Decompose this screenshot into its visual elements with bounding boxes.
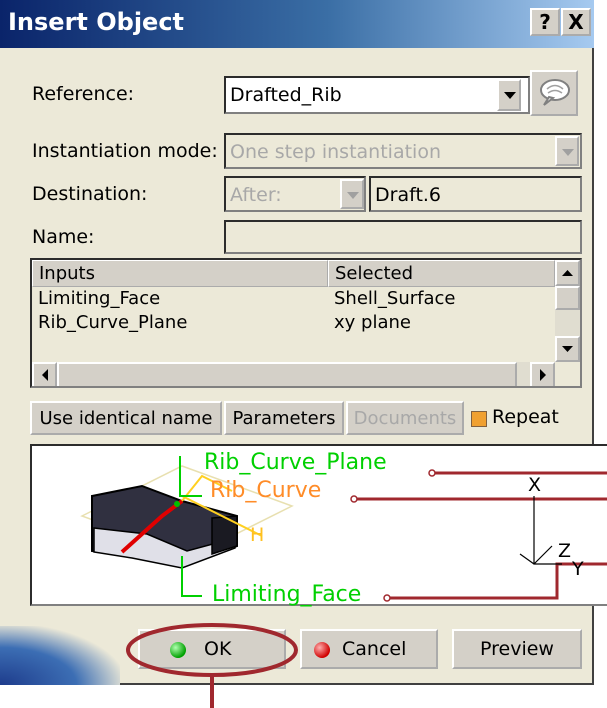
preview-label-rib-curve: Rib_Curve xyxy=(210,478,322,503)
scroll-thumb[interactable] xyxy=(555,286,580,310)
inputs-table: Inputs Selected Limiting_Face Shell_Surf… xyxy=(30,258,582,388)
ok-button[interactable]: OK xyxy=(138,629,286,669)
reference-dropdown[interactable]: Drafted_Rib xyxy=(224,76,530,114)
destination-position-value: After: xyxy=(230,184,282,206)
preview-axis-y: Y xyxy=(572,558,584,580)
table-vertical-scrollbar[interactable] xyxy=(555,260,580,362)
speech-bubble-icon xyxy=(540,79,570,106)
name-field[interactable] xyxy=(224,220,582,254)
insert-object-dialog: Insert Object ? X Reference: Drafted_Rib… xyxy=(0,0,607,685)
cancel-button[interactable]: Cancel xyxy=(300,629,438,669)
table-row-inputs[interactable]: Rib_Curve_Plane xyxy=(32,310,328,336)
table-header-selected[interactable]: Selected xyxy=(328,260,555,287)
table-horizontal-scrollbar[interactable] xyxy=(32,362,555,386)
cancel-label: Cancel xyxy=(342,638,407,660)
preview-label-limiting-face: Limiting_Face xyxy=(212,582,362,607)
instantiation-mode-label: Instantiation mode: xyxy=(32,140,218,162)
ok-ball-icon xyxy=(170,641,186,658)
preview-label-rib-curve-plane: Rib_Curve_Plane xyxy=(204,450,387,475)
table-header-inputs[interactable]: Inputs xyxy=(32,260,328,287)
title-bar: Insert Object ? X xyxy=(0,0,594,48)
preview-panel: Rib_Curve_Plane Rib_Curve Limiting_Face … xyxy=(30,444,607,607)
cancel-ball-icon xyxy=(314,641,330,658)
arrow-down-icon xyxy=(562,346,573,352)
arrow-left-icon xyxy=(42,369,48,381)
decorative-earth-corner xyxy=(0,626,120,685)
ok-label: OK xyxy=(204,638,232,660)
reference-label: Reference: xyxy=(32,83,135,105)
instantiation-mode-value: One step instantiation xyxy=(230,141,441,163)
reference-value: Drafted_Rib xyxy=(230,84,342,106)
destination-position-arrow[interactable] xyxy=(340,179,364,209)
name-label: Name: xyxy=(32,226,95,248)
repeat-label: Repeat xyxy=(492,406,559,428)
scroll-h-thumb[interactable] xyxy=(57,362,517,386)
scroll-left-button[interactable] xyxy=(32,362,57,386)
reference-dropdown-arrow[interactable] xyxy=(497,79,521,111)
instantiation-dropdown-arrow[interactable] xyxy=(555,136,579,166)
close-button[interactable]: X xyxy=(561,8,591,36)
scroll-up-button[interactable] xyxy=(555,260,580,286)
scroll-down-button[interactable] xyxy=(555,336,580,362)
parameters-button[interactable]: Parameters xyxy=(224,401,344,435)
dialog-title: Insert Object xyxy=(8,8,185,36)
scroll-right-button[interactable] xyxy=(530,362,555,386)
instantiation-mode-dropdown[interactable]: One step instantiation xyxy=(224,133,582,169)
documents-button[interactable]: Documents xyxy=(346,401,464,435)
catalog-browser-button[interactable] xyxy=(530,70,578,116)
preview-button[interactable]: Preview xyxy=(452,629,582,669)
arrow-right-icon xyxy=(540,369,546,381)
repeat-checkbox[interactable] xyxy=(471,411,487,427)
destination-field[interactable]: Draft.6 xyxy=(369,176,582,212)
table-row-selected[interactable]: xy plane xyxy=(328,310,555,336)
table-row-inputs[interactable]: Limiting_Face xyxy=(32,286,328,312)
destination-value: Draft.6 xyxy=(375,184,442,206)
help-button[interactable]: ? xyxy=(530,8,560,36)
preview-axis-z: Z xyxy=(558,540,572,562)
arrow-up-icon xyxy=(562,270,573,276)
destination-label: Destination: xyxy=(32,183,148,205)
preview-dim-h: H xyxy=(250,524,265,546)
use-identical-name-button[interactable]: Use identical name xyxy=(30,401,222,435)
table-row-selected[interactable]: Shell_Surface xyxy=(328,286,555,312)
preview-axis-x: X xyxy=(528,474,542,496)
